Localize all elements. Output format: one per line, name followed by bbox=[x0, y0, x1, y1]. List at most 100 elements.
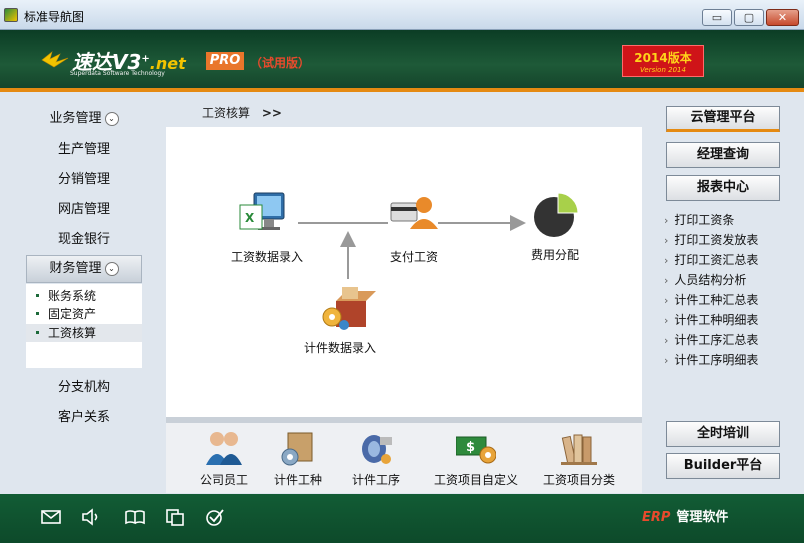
report-link-salary-summary[interactable]: › 打印工资汇总表 bbox=[664, 251, 794, 269]
excel-monitor-icon: X bbox=[239, 192, 285, 230]
report-link-process-detail[interactable]: › 计件工序明细表 bbox=[664, 351, 794, 369]
flow-diagram: X 工资数据录入 支付工资 费用分配 计件数据录入 bbox=[166, 127, 642, 417]
sidebar-item-finance[interactable]: 财务管理 ⌄ bbox=[26, 255, 142, 283]
tool-company-staff[interactable]: 公司员工 bbox=[192, 423, 256, 493]
bullet-icon bbox=[36, 294, 39, 297]
flow-node-pay-salary[interactable]: 支付工资 bbox=[384, 189, 448, 269]
version-main: 2014版本 bbox=[634, 51, 692, 65]
report-link-label: 打印工资条 bbox=[674, 213, 735, 227]
tool-label: 计件工序 bbox=[351, 473, 400, 487]
report-link-piecework-type-summary[interactable]: › 计件工种汇总表 bbox=[664, 291, 794, 309]
report-link-process-summary[interactable]: › 计件工序汇总表 bbox=[664, 331, 794, 349]
bird-logo-icon bbox=[41, 51, 69, 68]
process-icon bbox=[362, 435, 392, 464]
flow-label: 费用分配 bbox=[531, 248, 580, 262]
chevron-right-icon: › bbox=[664, 274, 669, 287]
chevron-right-icon: › bbox=[664, 214, 669, 227]
close-button[interactable]: ✕ bbox=[766, 9, 799, 26]
sidebar-item-crm[interactable]: 客户关系 bbox=[26, 406, 142, 430]
submenu-item-accounting[interactable]: 账务系统 bbox=[26, 287, 142, 305]
manager-query-button[interactable]: 经理查询 bbox=[666, 142, 780, 168]
report-link-label: 打印工资汇总表 bbox=[674, 253, 759, 267]
svg-text:$: $ bbox=[466, 440, 475, 455]
submenu-item-fixed-assets[interactable]: 固定资产 bbox=[26, 305, 142, 323]
minimize-button[interactable]: ▭ bbox=[702, 9, 732, 26]
wrench-gear-icon bbox=[281, 432, 313, 466]
check-icon[interactable] bbox=[204, 507, 226, 527]
training-button[interactable]: 全时培训 bbox=[666, 421, 780, 447]
cloud-platform-button[interactable]: 云管理平台 bbox=[666, 106, 780, 132]
brand-text: 管理软件 bbox=[676, 510, 729, 525]
breadcrumb: 工资核算 >> bbox=[202, 104, 282, 121]
footer-bar: ERP 管理软件 bbox=[0, 494, 804, 543]
copy-icon[interactable] bbox=[164, 507, 186, 527]
flow-node-salary-entry[interactable]: X 工资数据录入 bbox=[224, 189, 308, 269]
tool-label: 工资项目自定义 bbox=[433, 473, 518, 487]
sidebar-item-cash-bank[interactable]: 现金银行 bbox=[26, 228, 142, 252]
report-link-label: 计件工序明细表 bbox=[674, 353, 759, 367]
report-link-print-payslip[interactable]: › 打印工资条 bbox=[664, 211, 794, 229]
report-link-label: 打印工资发放表 bbox=[674, 233, 759, 247]
chevron-down-icon: ⌄ bbox=[104, 262, 119, 276]
chevron-right-icon: › bbox=[664, 234, 669, 247]
version-sub: Version 2014 bbox=[640, 66, 686, 74]
tool-salary-item-custom[interactable]: $ 工资项目自定义 bbox=[428, 423, 524, 493]
book-icon[interactable] bbox=[124, 507, 146, 527]
report-link-label: 计件工种汇总表 bbox=[674, 293, 759, 307]
trial-label: （试用版） bbox=[250, 56, 311, 70]
chevron-right-icon: › bbox=[664, 314, 669, 327]
chevron-right-icon: › bbox=[664, 294, 669, 307]
bullet-icon bbox=[36, 312, 39, 315]
report-link-piecework-type-detail[interactable]: › 计件工种明细表 bbox=[664, 311, 794, 329]
report-center-button[interactable]: 报表中心 bbox=[666, 175, 780, 201]
tool-piecework-process[interactable]: 计件工序 bbox=[344, 423, 408, 493]
staff-icon bbox=[206, 432, 242, 465]
mail-icon[interactable] bbox=[40, 507, 62, 527]
pro-badge: PRO bbox=[206, 52, 244, 70]
tool-label: 公司员工 bbox=[199, 473, 248, 487]
submenu-item-payroll[interactable]: 工资核算 bbox=[26, 324, 142, 342]
flow-label: 计件数据录入 bbox=[304, 341, 377, 355]
report-link-salary-payment[interactable]: › 打印工资发放表 bbox=[664, 231, 794, 249]
speaker-icon[interactable] bbox=[80, 507, 102, 527]
sidebar-item-online-store[interactable]: 网店管理 bbox=[26, 198, 142, 222]
flow-node-cost-allocation[interactable]: 费用分配 bbox=[524, 189, 588, 269]
svg-text:X: X bbox=[245, 211, 255, 225]
report-link-label: 计件工序汇总表 bbox=[674, 333, 759, 347]
sidebar-item-label: 业务管理 bbox=[49, 111, 102, 126]
finance-submenu: 账务系统 固定资产 工资核算 bbox=[26, 284, 142, 368]
sidebar-item-branches[interactable]: 分支机构 bbox=[26, 376, 142, 400]
version-badge: 2014版本 Version 2014 bbox=[622, 45, 704, 77]
chevron-right-icon: › bbox=[664, 334, 669, 347]
breadcrumb-arrow-icon: >> bbox=[261, 106, 282, 120]
report-link-staff-structure[interactable]: › 人员结构分析 bbox=[664, 271, 794, 289]
header-banner: 速达V3+.net Superdata Software Technology … bbox=[0, 30, 804, 92]
builder-platform-button[interactable]: Builder平台 bbox=[666, 453, 780, 479]
tool-salary-item-category[interactable]: 工资项目分类 bbox=[536, 423, 622, 493]
sidebar-item-production[interactable]: 生产管理 bbox=[26, 138, 142, 162]
tool-label: 计件工种 bbox=[273, 473, 322, 487]
breadcrumb-label: 工资核算 bbox=[202, 106, 251, 120]
pie-chart-icon bbox=[534, 192, 579, 237]
tool-piecework-type[interactable]: 计件工种 bbox=[266, 423, 330, 493]
bullet-icon bbox=[36, 331, 39, 334]
flow-node-piecework-entry[interactable]: 计件数据录入 bbox=[300, 285, 400, 365]
tool-label: 工资项目分类 bbox=[542, 473, 615, 487]
report-link-label: 计件工种明细表 bbox=[674, 313, 759, 327]
flow-arrows bbox=[298, 215, 526, 279]
submenu-item-label: 账务系统 bbox=[48, 289, 97, 303]
money-gear-icon: $ bbox=[456, 436, 496, 464]
report-link-label: 人员结构分析 bbox=[674, 273, 747, 287]
sidebar-item-business[interactable]: 业务管理 ⌄ bbox=[26, 107, 142, 131]
flow-label: 工资数据录入 bbox=[231, 250, 304, 264]
footer-brand: ERP 管理软件 bbox=[642, 506, 728, 525]
flow-label: 支付工资 bbox=[390, 250, 439, 264]
maximize-button[interactable]: ▢ bbox=[734, 9, 764, 26]
window-title: 标准导航图 bbox=[24, 10, 85, 24]
window-titlebar: 标准导航图 ▭ ▢ ✕ bbox=[0, 0, 804, 30]
submenu-item-label: 固定资产 bbox=[48, 307, 97, 321]
erp-label: ERP bbox=[642, 510, 671, 525]
chevron-down-icon: ⌄ bbox=[104, 112, 119, 126]
app-icon bbox=[4, 8, 18, 22]
sidebar-item-distribution[interactable]: 分销管理 bbox=[26, 168, 142, 192]
